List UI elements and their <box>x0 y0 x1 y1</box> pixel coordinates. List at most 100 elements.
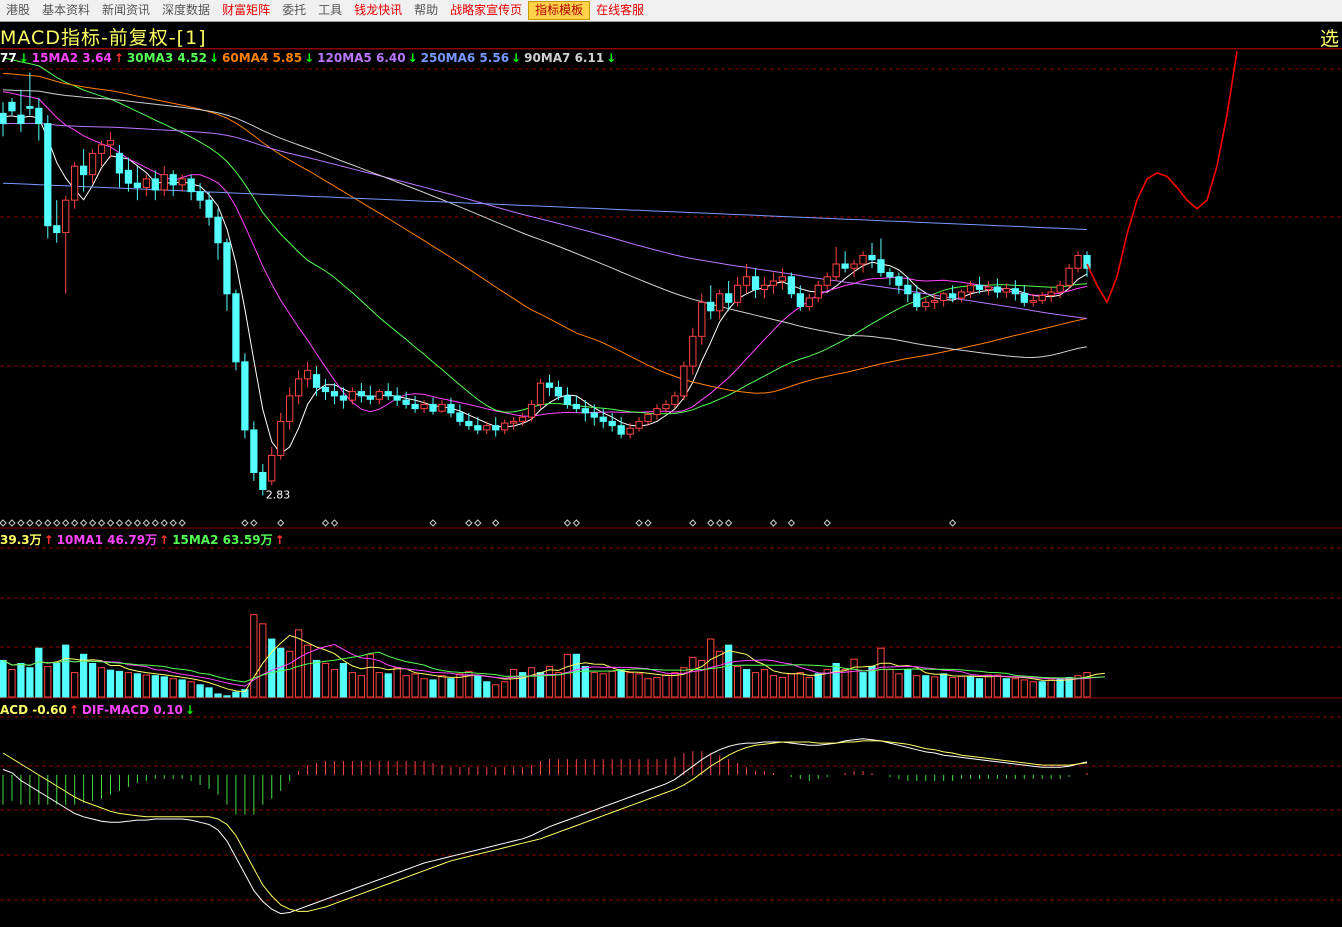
candle-body <box>635 420 643 429</box>
candle-body <box>295 378 303 397</box>
chart-canvas[interactable]: 2.83 <box>0 0 1342 927</box>
volume-bar <box>1029 681 1037 698</box>
candle-body <box>303 369 312 380</box>
trend-arrow-icon: ↓ <box>511 51 522 65</box>
signal-marker-icon <box>106 519 115 527</box>
ma_legend-text: 30MA3 4.52 <box>126 51 207 65</box>
vol_legend-text: 10MA1 46.79万 <box>56 533 158 547</box>
signal-marker-icon <box>277 519 285 527</box>
volume-bar <box>286 650 294 698</box>
volume-bar <box>778 676 787 698</box>
candle-body <box>259 471 267 490</box>
volume-bar <box>1038 681 1046 698</box>
ma-legend: 77 ↓ 15MA2 3.64 ↑ 30MA3 4.52 ↓ 60MA4 5.85 ↓ 120M… <box>0 51 619 65</box>
candle-body <box>1074 254 1082 269</box>
volume-bar <box>984 674 993 698</box>
candle-body <box>814 284 822 299</box>
volume-bar <box>97 667 106 698</box>
volume-bar <box>653 676 661 698</box>
macd_legend-text: DIF-MACD 0.10 <box>81 703 183 717</box>
volume-bar <box>698 659 706 698</box>
signal-marker-icon <box>474 519 482 527</box>
volume-bar <box>411 673 419 698</box>
candle-body <box>716 293 724 312</box>
signal-marker-icon <box>492 519 500 527</box>
candle-body <box>742 276 751 286</box>
volume-bar <box>321 662 330 698</box>
trend-arrow-icon: ↓ <box>184 703 195 717</box>
candle-body <box>527 403 536 418</box>
candle-body <box>115 152 124 174</box>
candle-body <box>268 454 276 482</box>
candle-body <box>993 286 1002 293</box>
candle-body <box>590 412 598 418</box>
volume-bar <box>196 684 204 698</box>
volume-bar <box>966 675 975 698</box>
volume-bar <box>957 675 966 698</box>
candle-body <box>286 395 294 422</box>
volume-ma10-line <box>2 643 1105 687</box>
candle-body <box>1047 291 1055 296</box>
candle-body <box>832 263 840 278</box>
volume-bar <box>1002 678 1011 698</box>
candle-body <box>769 280 778 286</box>
candle-body <box>8 101 16 112</box>
signal-marker-icon <box>321 519 330 527</box>
ma_legend-text: 120MA5 6.40 <box>317 51 406 65</box>
candle-body <box>707 301 715 312</box>
trend-arrow-icon: ↑ <box>113 51 124 65</box>
candle-body <box>214 216 222 244</box>
signal-marker-icon <box>823 519 831 527</box>
candle-body <box>1038 294 1046 302</box>
signal-marker-icon <box>707 519 715 527</box>
volume-bar <box>545 666 554 698</box>
macd_legend-text: ACD -0.60 <box>0 703 67 717</box>
candle-body <box>232 293 240 363</box>
signal-marker-icon <box>88 519 97 527</box>
vol_legend-item: 15MA2 63.59万 ↑ <box>172 533 284 547</box>
signal-marker-icon <box>689 519 697 527</box>
signal-marker-icon <box>79 519 88 527</box>
trend-arrow-icon: ↓ <box>606 51 617 65</box>
volume-bar <box>420 678 428 698</box>
candle-body <box>124 169 133 184</box>
trend-arrow-icon: ↓ <box>304 51 315 65</box>
signal-marker-icon <box>563 519 572 527</box>
ma120-line <box>2 122 1088 320</box>
candle-body <box>447 403 455 414</box>
candle-body <box>1029 300 1037 303</box>
volume-bar <box>447 678 455 698</box>
macd-legend: ACD -0.60 ↑ DIF-MACD 0.10 ↓ <box>0 703 198 717</box>
volume-bar <box>751 672 760 698</box>
volume-bar <box>17 662 25 698</box>
volume-bar <box>608 670 616 698</box>
candle-body <box>984 286 993 291</box>
ma_legend-item: 15MA2 3.64 ↑ <box>32 51 124 65</box>
volume-bar <box>474 675 482 698</box>
candle-body <box>841 263 849 269</box>
volume-bar <box>492 684 500 698</box>
candle-body <box>26 106 34 109</box>
candle-body <box>366 395 374 400</box>
candle-body <box>35 107 43 125</box>
candle-body <box>339 395 348 401</box>
volume-bar <box>151 675 159 698</box>
ma5-line <box>2 115 1088 455</box>
volume-bar <box>375 672 383 698</box>
candle-body <box>420 403 428 410</box>
volume-bar <box>760 669 769 698</box>
ma15-line <box>2 91 1088 417</box>
candle-body <box>384 391 392 397</box>
candle-body <box>151 178 159 191</box>
signal-marker-icon <box>330 519 339 527</box>
candle-body <box>599 416 607 422</box>
candle-body <box>0 112 7 125</box>
volume-bar <box>527 667 536 698</box>
candle-body <box>142 178 150 188</box>
candle-body <box>1020 293 1028 303</box>
signal-marker-icon <box>644 519 652 527</box>
volume-bar <box>671 672 679 698</box>
candle-body <box>689 335 697 367</box>
signal-marker-icon <box>429 519 437 527</box>
volume-bar <box>877 647 885 698</box>
